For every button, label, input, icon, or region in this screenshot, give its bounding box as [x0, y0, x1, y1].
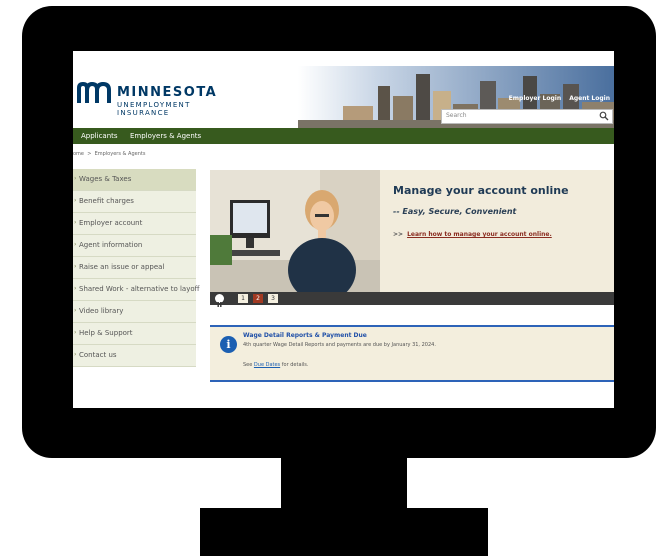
hero-link-text[interactable]: Learn how to manage your account online. [407, 231, 552, 238]
sidebar-item-label: Help & Support [79, 329, 133, 337]
due-dates-link[interactable]: Due Dates [254, 362, 280, 368]
notice-for-details: for details. [281, 362, 309, 368]
site-header: MINNESOTA UNEMPLOYMENT INSURANCE Employe… [73, 51, 614, 128]
carousel-page-2[interactable]: 2 [253, 294, 263, 303]
search-placeholder: Search [446, 112, 467, 119]
sidebar-item-label: Shared Work - alternative to layoff [79, 285, 200, 293]
hero-link[interactable]: >> Learn how to manage your account onlin… [393, 231, 552, 238]
pause-button[interactable] [215, 294, 224, 307]
sidebar-item-label: Contact us [79, 351, 117, 359]
monitor-base [200, 508, 488, 556]
nav-employers-agents[interactable]: Employers & Agents [130, 132, 201, 140]
breadcrumb-current: Employers & Agents [94, 151, 146, 157]
sidebar-item-label: Agent information [79, 241, 143, 249]
main-nav: Applicants Employers & Agents [73, 128, 614, 144]
monitor-screen: MINNESOTA UNEMPLOYMENT INSURANCE Employe… [73, 51, 614, 408]
sidebar-item-label: Video library [79, 307, 124, 315]
chevron-right-icon: › [74, 263, 77, 270]
sidebar-item-label: Wages & Taxes [79, 175, 132, 183]
sidebar-item-label: Raise an issue or appeal [79, 263, 165, 271]
chevron-right-icon: › [74, 241, 77, 248]
hero-subtitle: -- Easy, Secure, Convenient [393, 207, 517, 216]
sidebar-item-video-library[interactable]: › Video library [73, 301, 196, 323]
chevron-right-icon: › [74, 285, 77, 292]
logo-name: MINNESOTA [117, 85, 218, 100]
chevron-right-icon: › [74, 219, 77, 226]
double-chevron-icon: >> [393, 231, 404, 238]
info-icon: i [220, 336, 237, 353]
employer-login-link[interactable]: Employer Login [509, 95, 561, 102]
chevron-right-icon: › [74, 351, 77, 358]
notice-banner: i Wage Detail Reports & Payment Due 4th … [210, 325, 614, 382]
sidebar: › Wages & Taxes › Benefit charges › Employe… [73, 169, 200, 369]
notice-title: Wage Detail Reports & Payment Due [243, 332, 367, 339]
hero-carousel: Manage your account online -- Easy, Secu… [210, 170, 614, 292]
search-icon[interactable] [599, 111, 609, 121]
sidebar-item-raise-issue[interactable]: › Raise an issue or appeal [73, 257, 196, 279]
sidebar-item-benefit-charges[interactable]: › Benefit charges [73, 191, 196, 213]
sidebar-item-label: Employer account [79, 219, 143, 227]
carousel-page-3[interactable]: 3 [268, 294, 278, 303]
sidebar-item-wages-taxes[interactable]: › Wages & Taxes [73, 169, 196, 191]
breadcrumb: ome > Employers & Agents [73, 151, 145, 157]
breadcrumb-separator: > [87, 151, 92, 157]
sidebar-item-contact-us[interactable]: › Contact us [73, 345, 196, 367]
nav-applicants[interactable]: Applicants [81, 132, 118, 140]
mn-logo-icon [77, 81, 111, 103]
sidebar-item-help-support[interactable]: › Help & Support [73, 323, 196, 345]
sidebar-item-shared-work[interactable]: › Shared Work - alternative to layoff [73, 279, 200, 301]
sidebar-item-label: Benefit charges [79, 197, 134, 205]
logo-subtitle: UNEMPLOYMENT INSURANCE [117, 101, 191, 117]
login-links: Employer Login Agent Login [503, 95, 610, 102]
hero-title: Manage your account online [393, 184, 569, 197]
chevron-right-icon: › [74, 175, 77, 182]
woman-at-computer-photo [210, 170, 380, 292]
chevron-right-icon: › [74, 307, 77, 314]
agent-login-link[interactable]: Agent Login [569, 95, 610, 102]
breadcrumb-home[interactable]: ome [73, 151, 84, 157]
carousel-controls: 1 2 3 [210, 292, 614, 307]
carousel-page-1[interactable]: 1 [238, 294, 248, 303]
search-input[interactable]: Search [441, 109, 613, 124]
chevron-right-icon: › [74, 197, 77, 204]
notice-body: 4th quarter Wage Detail Reports and paym… [243, 342, 436, 348]
monitor-neck [281, 456, 407, 510]
site-logo[interactable]: MINNESOTA UNEMPLOYMENT INSURANCE [73, 79, 233, 117]
notice-see: See [243, 362, 253, 368]
pause-icon [217, 302, 222, 307]
chevron-right-icon: › [74, 329, 77, 336]
sidebar-item-agent-information[interactable]: › Agent information [73, 235, 196, 257]
notice-due-dates: See Due Dates for details. [243, 362, 308, 368]
sidebar-item-employer-account[interactable]: › Employer account [73, 213, 196, 235]
